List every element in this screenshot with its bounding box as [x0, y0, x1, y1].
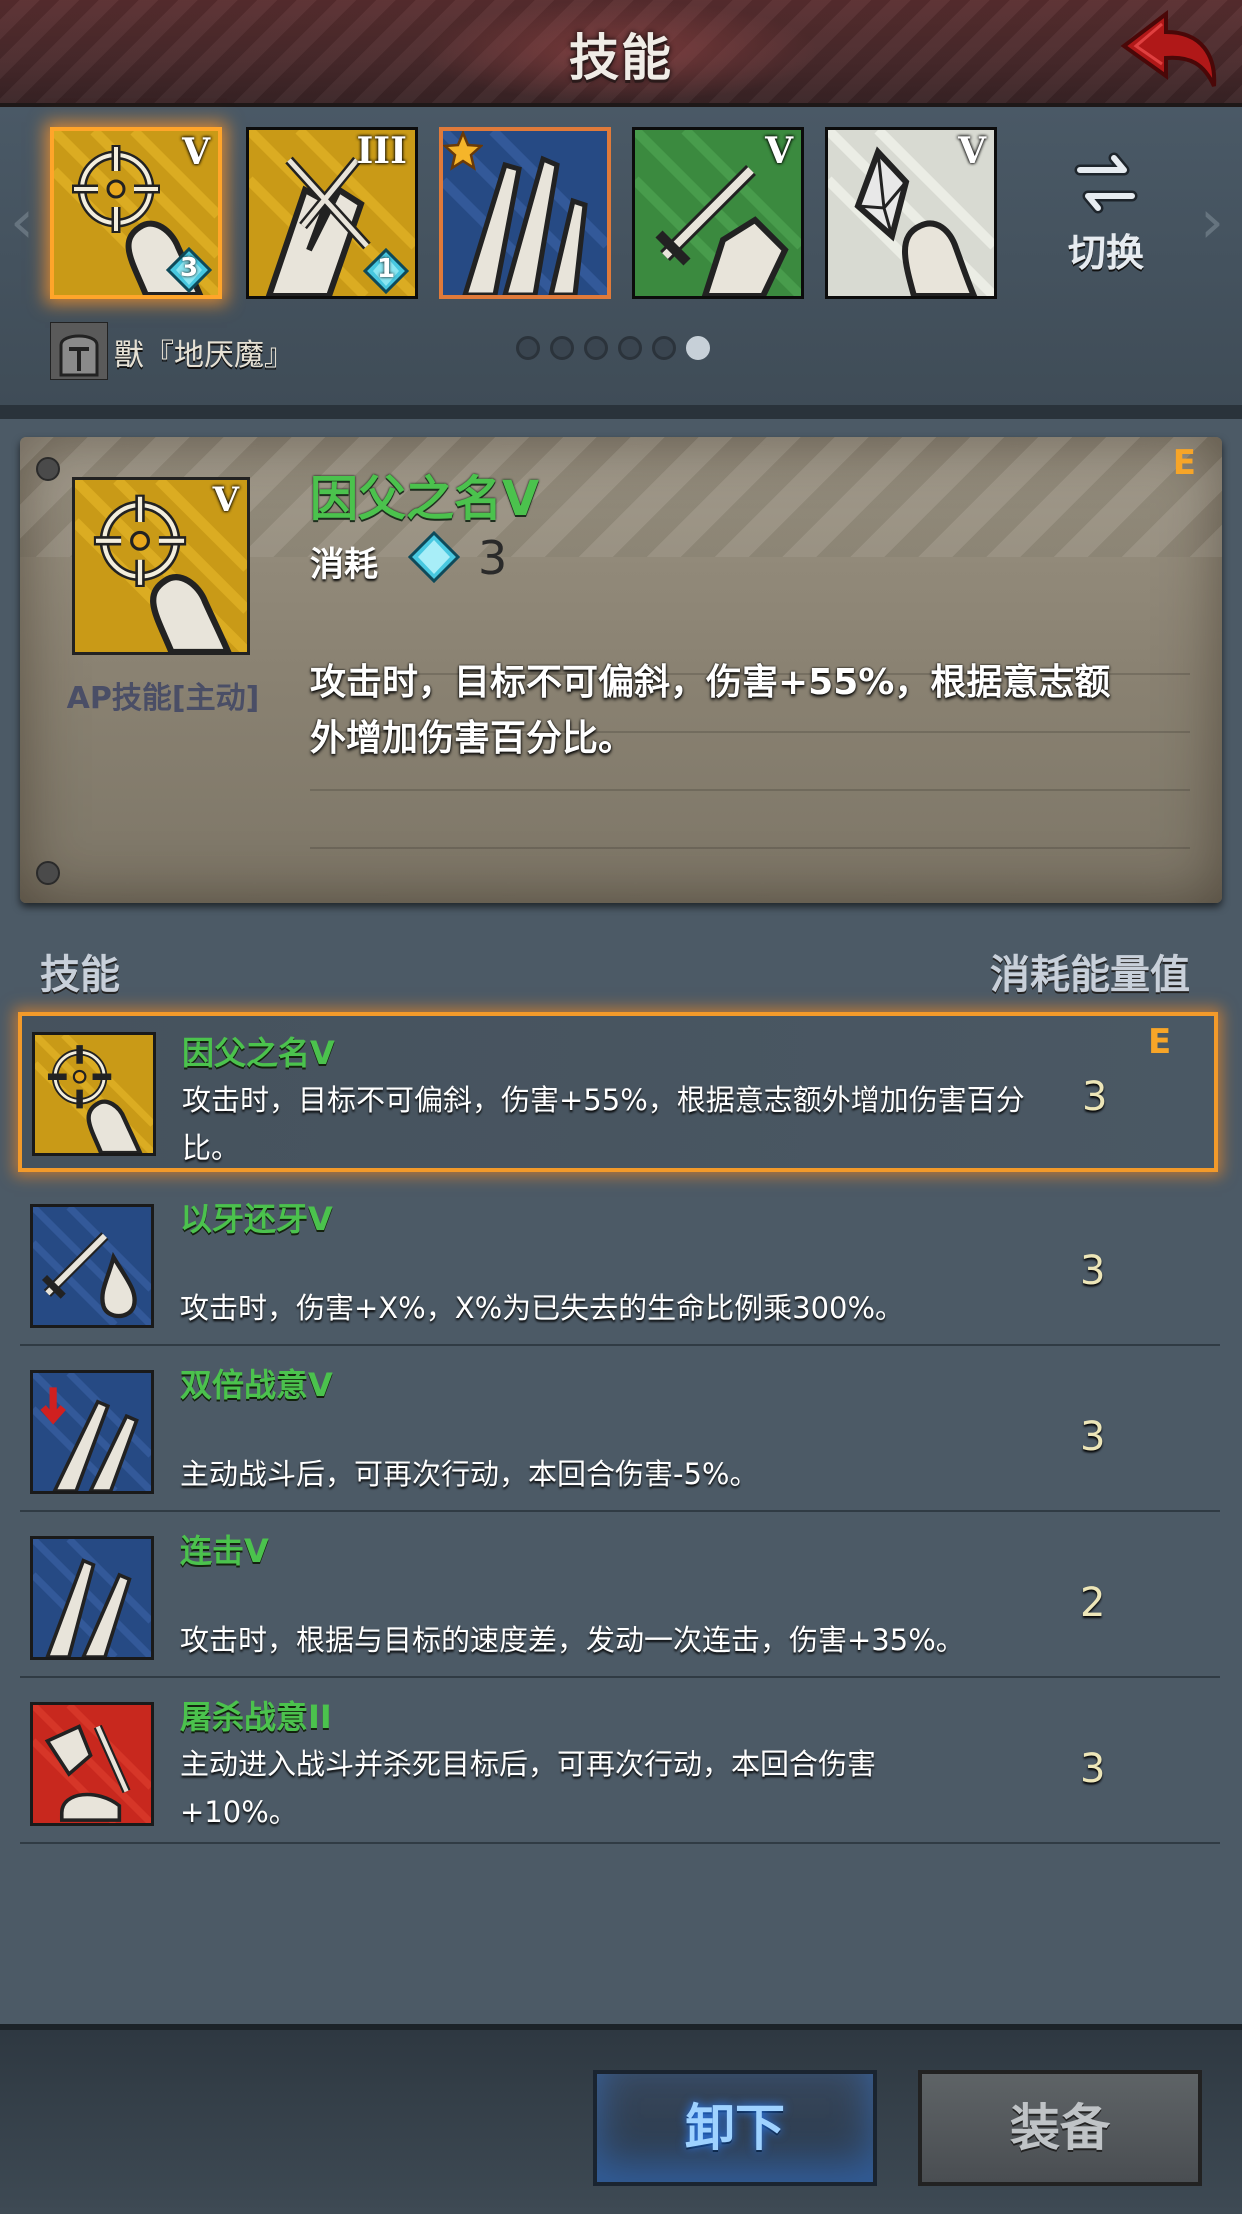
row-skill-desc: 主动战斗后，可再次行动，本回合伤害-5%。 — [180, 1457, 759, 1491]
switch-button[interactable]: 切换 — [1056, 152, 1156, 282]
cost-value: 3 — [478, 531, 508, 585]
page-dot — [618, 336, 643, 360]
row-skill-icon — [30, 1702, 154, 1826]
swap-arrows-icon — [1074, 152, 1138, 214]
diamond-icon — [408, 531, 460, 583]
unequip-button[interactable]: 卸下 — [593, 2070, 877, 2186]
tier-label: V — [212, 480, 239, 520]
row-skill-icon — [30, 1370, 154, 1494]
row-cost: 3 — [1080, 1746, 1106, 1792]
gem-badge: 3 — [166, 247, 212, 293]
row-skill-icon — [30, 1204, 154, 1328]
row-skill-name: 以牙还牙V — [180, 1200, 333, 1238]
row-cost: 2 — [1080, 1580, 1106, 1626]
detail-description: 攻击时，目标不可偏斜，伤害+55%，根据意志额外增加伤害百分比。 — [310, 662, 1111, 759]
divider — [0, 405, 1242, 419]
list-item[interactable]: 屠杀战意II 主动进入战斗并杀死目标后，可再次行动，本回合伤害+10%。 3 — [20, 1682, 1220, 1844]
crosshair-hand-icon — [32, 1032, 156, 1156]
page-dot — [516, 336, 540, 360]
page-dot — [550, 336, 575, 360]
row-skill-name: 因父之名V — [182, 1034, 335, 1072]
rivet — [36, 457, 60, 481]
row-skill-desc: 攻击时，伤害+X%，X%为已失去的生命比例乘300%。 — [180, 1291, 905, 1325]
rivet — [36, 861, 60, 885]
sword-drop-icon — [30, 1204, 154, 1328]
tier-label: V — [182, 131, 210, 173]
page-indicator — [516, 336, 715, 366]
list-item[interactable]: 以牙还牙V 攻击时，伤害+X%，X%为已失去的生命比例乘300%。 3 — [20, 1184, 1220, 1346]
chevron-left-icon[interactable]: ‹ — [10, 187, 34, 257]
double-blade-icon — [30, 1370, 154, 1494]
row-skill-name: 双倍战意V — [180, 1366, 333, 1404]
gem-count: 1 — [376, 254, 396, 284]
star-icon — [443, 131, 483, 171]
detail-skill-icon: V — [71, 476, 251, 656]
row-cost: 3 — [1082, 1074, 1108, 1120]
page-title: 技能 — [569, 29, 673, 87]
list-item[interactable]: 双倍战意V 主动战斗后，可再次行动，本回合伤害-5%。 3 — [20, 1350, 1220, 1512]
detail-skill-name: 因父之名V — [310, 471, 540, 527]
list-header-skill: 技能 — [40, 952, 120, 998]
combo-blades-icon — [30, 1536, 154, 1660]
grade-badge: E — [1172, 443, 1196, 483]
skill-slot-4[interactable]: V — [632, 127, 804, 299]
helmet-icon — [51, 323, 107, 379]
page-dot — [652, 336, 677, 360]
skill-slot-1[interactable]: V 3 — [50, 127, 222, 299]
skill-detail-panel: V AP技能[主动] 因父之名V 消耗 3 攻击时，目标不可偏斜，伤害+55%，… — [20, 437, 1222, 903]
list-item[interactable]: 连击V 攻击时，根据与目标的速度差，发动一次连击，伤害+35%。 2 — [20, 1516, 1220, 1678]
footer-bar: 卸下 装备 — [0, 2024, 1242, 2214]
row-skill-desc: 攻击时，根据与目标的速度差，发动一次连击，伤害+35%。 — [180, 1623, 965, 1657]
skill-slot-2[interactable]: III 1 — [246, 127, 418, 299]
chevron-right-icon[interactable]: › — [1200, 187, 1224, 257]
page-dot-active — [686, 336, 711, 360]
skill-slot-5[interactable]: V — [825, 127, 997, 299]
back-arrow-icon[interactable] — [1118, 6, 1228, 94]
skill-type-label: AP技能[主动] — [66, 681, 260, 716]
row-cost: 3 — [1080, 1248, 1106, 1294]
switch-label: 切换 — [1067, 231, 1144, 275]
avatar — [50, 322, 108, 380]
slaughter-icon — [30, 1702, 154, 1826]
row-skill-name: 连击V — [180, 1532, 269, 1570]
tier-label: III — [356, 130, 407, 172]
row-skill-desc: 主动进入战斗并杀死目标后，可再次行动，本回合伤害+10%。 — [180, 1747, 877, 1829]
row-skill-name: 屠杀战意II — [180, 1698, 332, 1736]
tier-label: V — [765, 130, 793, 172]
row-cost: 3 — [1080, 1414, 1106, 1460]
list-item[interactable]: 因父之名V 攻击时，目标不可偏斜，伤害+55%，根据意志额外增加伤害百分比。 3… — [18, 1012, 1218, 1172]
cost-label: 消耗 — [310, 545, 378, 585]
gem-count: 3 — [179, 253, 199, 283]
owner-name: 獸『地厌魔』 — [114, 338, 294, 373]
row-skill-desc: 攻击时，目标不可偏斜，伤害+55%，根据意志额外增加伤害百分比。 — [182, 1083, 1025, 1165]
gem-badge: 1 — [363, 248, 409, 294]
tier-label: V — [958, 130, 986, 172]
header-bar: 技能 — [0, 0, 1242, 107]
grade-badge: E — [1148, 1022, 1172, 1062]
row-skill-icon — [32, 1032, 156, 1156]
row-skill-icon — [30, 1536, 154, 1660]
page-dot — [584, 336, 609, 360]
list-header-cost: 消耗能量值 — [990, 952, 1190, 998]
equip-button[interactable]: 装备 — [918, 2070, 1202, 2186]
skill-slot-3[interactable] — [439, 127, 611, 299]
